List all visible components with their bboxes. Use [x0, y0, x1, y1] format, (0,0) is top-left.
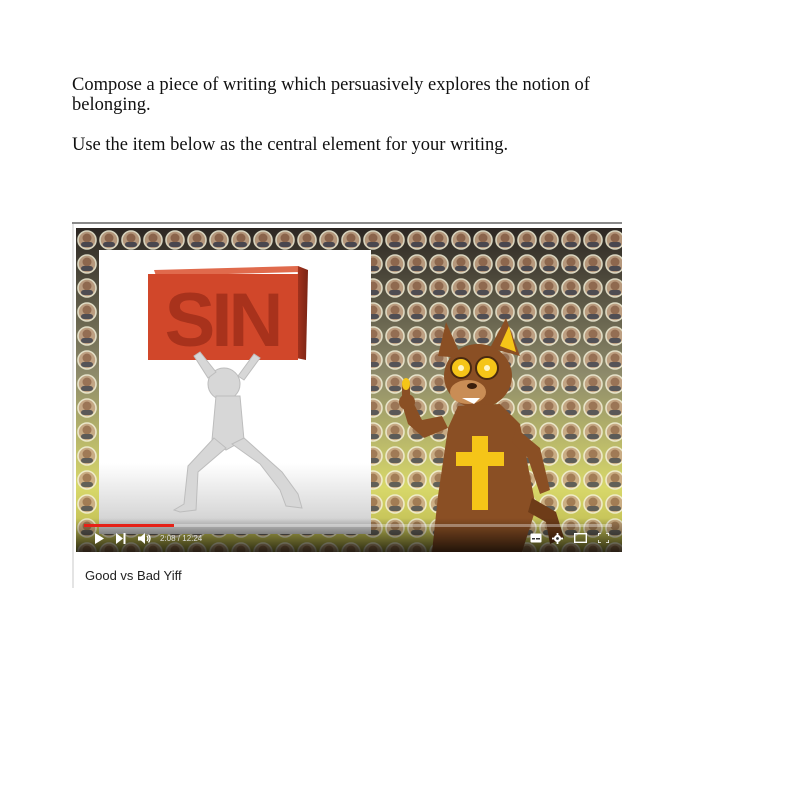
video-title[interactable]: Good vs Bad Yiff: [85, 568, 182, 584]
volume-button[interactable]: [138, 533, 152, 544]
progress-bar-fill: [84, 524, 175, 527]
video-timecode: 2:08 / 12:24: [160, 534, 203, 543]
divider: [72, 224, 74, 588]
video-player[interactable]: SIN 2:08 / 12:24: [76, 228, 622, 552]
divider: [72, 222, 622, 224]
video-card: SIN 2:08 / 12:24 Good vs Bad Yiff: [72, 222, 622, 588]
gear-icon: [552, 533, 563, 544]
video-frame[interactable]: SIN: [76, 228, 622, 552]
prompt-central-element-note: Use the item below as the central elemen…: [72, 135, 509, 155]
fullscreen-button[interactable]: [598, 533, 609, 543]
fullscreen-icon: [598, 533, 609, 543]
sin-illustration: SIN: [99, 250, 371, 534]
sin-text: SIN: [165, 278, 280, 363]
play-icon: [95, 533, 104, 544]
next-button[interactable]: [116, 533, 126, 544]
next-icon: [116, 533, 126, 544]
subtitles-button[interactable]: [530, 533, 542, 543]
video-controls: 2:08 / 12:24: [76, 524, 622, 552]
progress-bar[interactable]: [84, 524, 612, 527]
settings-button[interactable]: [552, 533, 563, 544]
volume-icon: [138, 533, 151, 544]
theater-mode-icon: [574, 533, 587, 543]
prompt-instruction: Compose a piece of writing which persuas…: [72, 75, 590, 115]
subtitles-icon: [530, 533, 542, 543]
theater-mode-button[interactable]: [574, 533, 587, 543]
writing-prompt: Compose a piece of writing which persuas…: [72, 75, 652, 155]
play-button[interactable]: [94, 533, 104, 544]
